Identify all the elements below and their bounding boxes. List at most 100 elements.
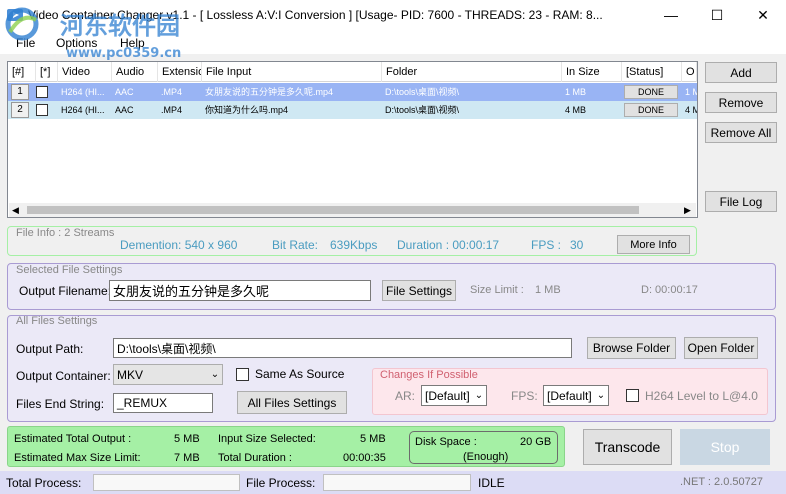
disk-space-value: 20 GB [520, 436, 552, 448]
row-status-button[interactable]: DONE [624, 85, 678, 99]
output-path-input[interactable]: D:\tools\桌面\视频\ [113, 338, 572, 358]
selected-duration: D: 00:00:17 [641, 284, 698, 296]
row-video: H264 (HI... [61, 105, 105, 115]
row-folder: D:\tools\桌面\视频\ [385, 105, 460, 115]
add-button[interactable]: Add [705, 62, 777, 83]
row-number: 2 [11, 102, 29, 118]
status-state: IDLE [478, 476, 505, 490]
all-files-settings-title: All Files Settings [16, 315, 98, 327]
disk-space-label: Disk Space : [415, 436, 477, 448]
row-video: H264 (HI... [61, 87, 105, 97]
column-header-status[interactable]: [Status] [622, 62, 682, 82]
file-process-progress [323, 474, 471, 491]
row-output-size: 4 M [685, 105, 697, 115]
fps-select[interactable]: [Default] ⌄ [543, 385, 609, 406]
changes-if-possible-title: Changes If Possible [380, 369, 478, 381]
minimize-button[interactable]: — [648, 0, 694, 30]
files-end-string-input[interactable]: _REMUX [113, 393, 213, 413]
fps-value: [Default] [547, 388, 592, 403]
file-info-bitrate-value: 639Kbps [330, 238, 378, 252]
app-icon [7, 9, 23, 21]
menu-options[interactable]: Options [56, 36, 97, 50]
size-limit-value: 1 MB [535, 284, 561, 296]
column-header-video[interactable]: Video [58, 62, 112, 82]
browse-folder-button[interactable]: Browse Folder [587, 337, 676, 359]
file-settings-button[interactable]: File Settings [382, 280, 456, 301]
menu-bar [0, 30, 786, 54]
all-files-settings-button[interactable]: All Files Settings [237, 391, 347, 414]
input-size-selected-label: Input Size Selected: [218, 433, 316, 445]
column-header-number[interactable]: [#] [8, 62, 36, 82]
maximize-button[interactable]: ☐ [694, 0, 740, 30]
column-header-checked[interactable]: [*] [36, 62, 58, 82]
more-info-button[interactable]: More Info [617, 235, 690, 254]
column-header-audio[interactable]: Audio [112, 62, 158, 82]
row-extension: .MP4 [161, 87, 183, 97]
total-duration-label: Total Duration : [218, 452, 292, 464]
total-process-label: Total Process: [6, 476, 82, 490]
window-title: Video Container Changer v1.1 - [ Lossles… [28, 8, 603, 22]
table-row[interactable]: 1 H264 (HI... AAC .MP4 女朋友说的五分钟是多久呢.mp4 … [8, 83, 697, 101]
row-checkbox[interactable] [36, 86, 48, 98]
file-info-title: File Info : 2 Streams [16, 227, 115, 239]
column-header-in-size[interactable]: In Size [562, 62, 622, 82]
row-audio: AAC [115, 105, 134, 115]
row-file-input: 女朋友说的五分钟是多久呢.mp4 [205, 87, 334, 97]
horizontal-scrollbar[interactable]: ◀ ▶ [9, 203, 696, 217]
total-duration-value: 00:00:35 [343, 452, 386, 464]
total-process-progress [93, 474, 240, 491]
file-info-dimension: Demention: 540 x 960 [120, 238, 238, 252]
close-icon: ✕ [757, 6, 769, 23]
transcode-button[interactable]: Transcode [583, 429, 672, 465]
ar-select[interactable]: [Default] ⌄ [421, 385, 487, 406]
stop-button[interactable]: Stop [680, 429, 770, 465]
h264-level-label: H264 Level to L@4.0 [645, 389, 758, 403]
row-number: 1 [11, 84, 29, 100]
output-filename-input[interactable]: 女朋友说的五分钟是多久呢 [109, 280, 371, 301]
column-header-extension[interactable]: Extensio [158, 62, 202, 82]
close-button[interactable]: ✕ [740, 0, 786, 30]
output-container-value: MKV [117, 367, 144, 382]
open-folder-button[interactable]: Open Folder [684, 337, 758, 359]
row-folder: D:\tools\桌面\视频\ [385, 87, 460, 97]
row-extension: .MP4 [161, 105, 183, 115]
scroll-right-icon[interactable]: ▶ [684, 203, 694, 217]
est-total-output-value: 5 MB [174, 433, 200, 445]
chevron-down-icon: ⌄ [596, 390, 606, 401]
row-in-size: 1 MB [565, 87, 587, 97]
row-checkbox[interactable] [36, 104, 48, 116]
file-list-grid[interactable]: [#] [*] Video Audio Extensio File Input … [7, 61, 698, 218]
row-file-input: 你知道为什么吗.mp4 [205, 105, 289, 115]
file-info-duration: Duration : 00:00:17 [397, 238, 500, 252]
menu-help[interactable]: Help [120, 36, 145, 50]
file-process-label: File Process: [246, 476, 316, 490]
scrollbar-thumb[interactable] [27, 206, 639, 214]
column-header-file-input[interactable]: File Input [202, 62, 382, 82]
fps-label: FPS: [511, 389, 538, 403]
maximize-icon: ☐ [710, 6, 724, 23]
disk-space-note: (Enough) [463, 451, 509, 463]
scroll-left-icon[interactable]: ◀ [12, 203, 22, 217]
est-max-size-value: 7 MB [174, 452, 200, 464]
same-as-source-checkbox[interactable] [236, 368, 249, 381]
size-limit-label: Size Limit : [470, 284, 524, 296]
column-header-output[interactable]: O [682, 62, 697, 82]
column-header-folder[interactable]: Folder [382, 62, 562, 82]
output-container-select[interactable]: MKV ⌄ [113, 364, 223, 385]
net-version: .NET : 2.0.50727 [680, 476, 763, 488]
file-info-fps-label: FPS : [531, 238, 562, 252]
menu-file[interactable]: File [16, 36, 35, 50]
remove-all-button[interactable]: Remove All [705, 122, 777, 143]
h264-level-checkbox[interactable] [626, 389, 639, 402]
chevron-down-icon: ⌄ [474, 390, 484, 401]
input-size-selected-value: 5 MB [360, 433, 386, 445]
file-info-bitrate-label: Bit Rate: [272, 238, 319, 252]
file-info-fps-value: 30 [570, 238, 584, 252]
grid-header: [#] [*] Video Audio Extensio File Input … [8, 62, 697, 82]
file-log-button[interactable]: File Log [705, 191, 777, 212]
est-total-output-label: Estimated Total Output : [14, 433, 132, 445]
remove-button[interactable]: Remove [705, 92, 777, 113]
ar-value: [Default] [425, 388, 470, 403]
table-row[interactable]: 2 H264 (HI... AAC .MP4 你知道为什么吗.mp4 D:\to… [8, 101, 697, 119]
row-status-button[interactable]: DONE [624, 103, 678, 117]
